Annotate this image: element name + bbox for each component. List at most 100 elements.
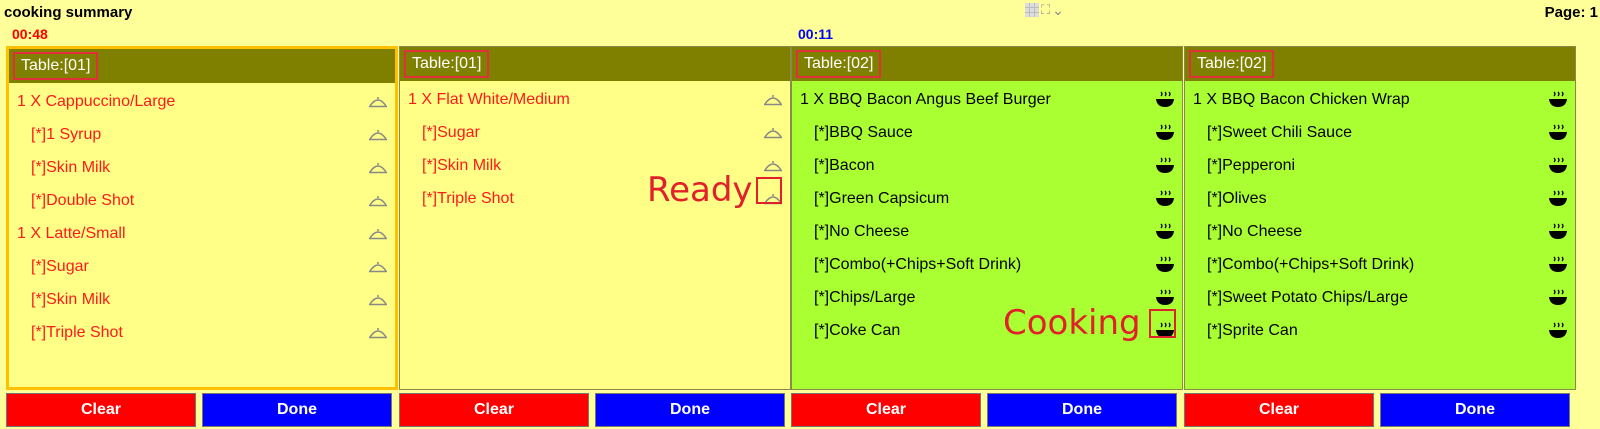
steaming-bowl-icon[interactable] xyxy=(1547,322,1569,340)
item-modifier[interactable]: [*]Skin Milk xyxy=(9,283,395,316)
item-modifier[interactable]: [*]Olives xyxy=(1185,182,1575,215)
order-timer: 00:48 xyxy=(12,26,48,42)
steaming-bowl-icon[interactable] xyxy=(1154,124,1176,142)
item-text: [*]BBQ Sauce xyxy=(814,123,913,141)
item-text: [*]Skin Milk xyxy=(31,158,111,176)
item-text: [*]Combo(+Chips+Soft Drink) xyxy=(814,255,1022,273)
steaming-bowl-icon[interactable] xyxy=(1547,190,1569,208)
item-text: 1 X Latte/Small xyxy=(17,224,126,242)
item-text: [*]Combo(+Chips+Soft Drink) xyxy=(1207,255,1415,273)
item-text: [*]Triple Shot xyxy=(422,189,514,207)
table-label: Table:[01] xyxy=(404,50,490,78)
item-modifier[interactable]: [*]1 Syrup xyxy=(9,118,395,151)
grid-icon[interactable] xyxy=(1025,3,1039,17)
item-text: [*]Pepperoni xyxy=(1207,156,1296,174)
view-controls[interactable]: ⛶ ⌄ xyxy=(1025,0,1064,20)
steaming-bowl-icon[interactable] xyxy=(1154,256,1176,274)
ready-annotation: Ready xyxy=(647,170,753,210)
cloche-icon[interactable] xyxy=(367,159,389,177)
order-card-1[interactable]: Table:[01] 1 X Cappuccino/Large [*]1 Syrup… xyxy=(6,46,398,390)
order-item[interactable]: 1 X BBQ Bacon Angus Beef Burger xyxy=(792,83,1182,116)
steaming-bowl-icon[interactable] xyxy=(1154,190,1176,208)
cloche-icon[interactable] xyxy=(367,93,389,111)
item-modifier[interactable]: [*]Sweet Chili Sauce xyxy=(1185,116,1575,149)
steaming-bowl-icon[interactable] xyxy=(1547,157,1569,175)
cloche-icon[interactable] xyxy=(367,291,389,309)
card-header: Table:[02] xyxy=(1185,47,1575,81)
item-text: [*]Green Capsicum xyxy=(814,189,950,207)
done-button[interactable]: Done xyxy=(202,393,392,427)
item-modifier[interactable]: [*]Combo(+Chips+Soft Drink) xyxy=(1185,248,1575,281)
card-header: Table:[02] xyxy=(792,47,1182,81)
order-timer: 00:11 xyxy=(798,26,834,42)
item-text: [*]Chips/Large xyxy=(814,288,916,306)
steaming-bowl-icon[interactable] xyxy=(1154,289,1176,307)
app-title: cooking summary xyxy=(4,4,133,21)
cloche-icon[interactable] xyxy=(367,225,389,243)
done-button[interactable]: Done xyxy=(595,393,785,427)
order-item[interactable]: 1 X Flat White/Medium xyxy=(400,83,790,116)
cloche-icon[interactable] xyxy=(367,324,389,342)
item-modifier[interactable]: [*]No Cheese xyxy=(792,215,1182,248)
clear-button[interactable]: Clear xyxy=(6,393,196,427)
cloche-icon[interactable] xyxy=(367,192,389,210)
item-list: 1 X BBQ Bacon Chicken Wrap [*]Sweet Chili… xyxy=(1185,81,1575,347)
clear-button[interactable]: Clear xyxy=(1184,393,1374,427)
item-modifier[interactable]: [*]No Cheese xyxy=(1185,215,1575,248)
item-modifier[interactable]: [*]Sprite Can xyxy=(1185,314,1575,347)
item-text: [*]Sugar xyxy=(31,257,89,275)
item-text: [*]1 Syrup xyxy=(31,125,102,143)
item-text: [*]No Cheese xyxy=(814,222,910,240)
table-label: Table:[02] xyxy=(796,50,882,78)
item-text: [*]Coke Can xyxy=(814,321,901,339)
cloche-icon[interactable] xyxy=(762,91,784,109)
table-label: Table:[01] xyxy=(13,52,99,80)
item-modifier[interactable]: [*]Green Capsicum xyxy=(792,182,1182,215)
order-item[interactable]: 1 X BBQ Bacon Chicken Wrap xyxy=(1185,83,1575,116)
order-item[interactable]: 1 X Latte/Small xyxy=(9,217,395,250)
cloche-icon[interactable] xyxy=(367,126,389,144)
done-button[interactable]: Done xyxy=(1380,393,1570,427)
steaming-bowl-icon[interactable] xyxy=(1547,256,1569,274)
steaming-bowl-icon[interactable] xyxy=(1547,223,1569,241)
chevron-down-icon[interactable]: ⌄ xyxy=(1052,3,1064,17)
item-modifier[interactable]: [*]BBQ Sauce xyxy=(792,116,1182,149)
cloche-icon[interactable] xyxy=(762,124,784,142)
steaming-bowl-icon[interactable] xyxy=(1547,91,1569,109)
item-text: 1 X BBQ Bacon Chicken Wrap xyxy=(1193,90,1410,108)
cooking-annotation-box xyxy=(1149,309,1176,338)
steaming-bowl-icon[interactable] xyxy=(1547,124,1569,142)
ready-annotation-box xyxy=(756,177,782,204)
item-modifier[interactable]: [*]Sugar xyxy=(400,116,790,149)
item-text: 1 X BBQ Bacon Angus Beef Burger xyxy=(800,90,1051,108)
steaming-bowl-icon[interactable] xyxy=(1547,289,1569,307)
card-header: Table:[01] xyxy=(400,47,790,81)
item-text: [*]Sugar xyxy=(422,123,480,141)
item-modifier[interactable]: [*]Combo(+Chips+Soft Drink) xyxy=(792,248,1182,281)
item-modifier[interactable]: [*]Pepperoni xyxy=(1185,149,1575,182)
item-modifier[interactable]: [*]Sweet Potato Chips/Large xyxy=(1185,281,1575,314)
done-button[interactable]: Done xyxy=(987,393,1177,427)
item-modifier[interactable]: [*]Skin Milk xyxy=(9,151,395,184)
clear-button[interactable]: Clear xyxy=(399,393,589,427)
item-modifier[interactable]: [*]Sugar xyxy=(9,250,395,283)
order-card-4[interactable]: Table:[02] 1 X BBQ Bacon Chicken Wrap [*]S… xyxy=(1184,46,1576,390)
cloche-icon[interactable] xyxy=(762,157,784,175)
order-card-2[interactable]: Table:[01] 1 X Flat White/Medium [*]Sugar [… xyxy=(399,46,791,390)
steaming-bowl-icon[interactable] xyxy=(1154,91,1176,109)
steaming-bowl-icon[interactable] xyxy=(1154,157,1176,175)
cloche-icon[interactable] xyxy=(367,258,389,276)
item-text: 1 X Cappuccino/Large xyxy=(17,92,176,110)
clear-button[interactable]: Clear xyxy=(791,393,981,427)
item-modifier[interactable]: [*]Triple Shot xyxy=(9,316,395,349)
cooking-annotation: Cooking xyxy=(1003,303,1141,343)
item-text: [*]Bacon xyxy=(814,156,875,174)
item-modifier[interactable]: [*]Bacon xyxy=(792,149,1182,182)
item-modifier[interactable]: [*]Double Shot xyxy=(9,184,395,217)
order-item[interactable]: 1 X Cappuccino/Large xyxy=(9,85,395,118)
expand-icon[interactable]: ⛶ xyxy=(1041,3,1050,17)
steaming-bowl-icon[interactable] xyxy=(1154,223,1176,241)
item-text: [*]Skin Milk xyxy=(31,290,111,308)
item-text: [*]Sweet Chili Sauce xyxy=(1207,123,1352,141)
item-text: [*]Double Shot xyxy=(31,191,135,209)
